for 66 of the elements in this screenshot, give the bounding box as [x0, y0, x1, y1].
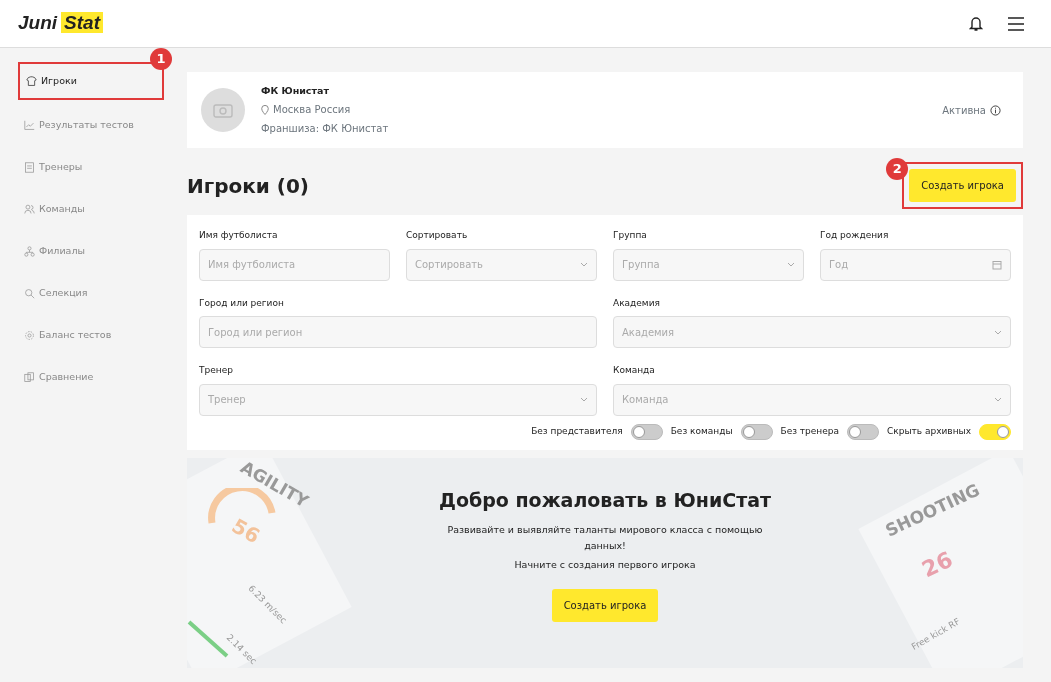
branches-icon — [24, 245, 35, 257]
chevron-down-icon — [580, 262, 588, 267]
toggle-label: Без тренера — [780, 424, 839, 438]
dropdown-field[interactable]: Группа — [613, 248, 804, 281]
club-location: Москва Россия — [273, 103, 351, 118]
dropdown-field[interactable]: Сортировать — [406, 248, 597, 281]
location-pin-icon — [261, 104, 269, 115]
callout-number: 2 — [886, 158, 909, 180]
welcome-hint: Начните с создания первого игрока — [514, 558, 696, 573]
card-reading: Free kick RF — [909, 614, 963, 654]
date-field[interactable]: Год — [820, 248, 1011, 281]
toggle-label: Без команды — [670, 424, 733, 438]
field-label: Имя футболиста — [199, 229, 279, 242]
card-score: 56 — [226, 512, 265, 550]
dropdown-field[interactable]: Академия — [613, 316, 1011, 348]
field-label: Группа — [613, 229, 648, 242]
toggle-label: Без представителя — [531, 424, 623, 438]
clipboard-icon — [24, 161, 35, 173]
info-icon[interactable] — [990, 104, 1001, 116]
toggle-label: Скрыть архивных — [887, 424, 971, 438]
sidebar-item[interactable]: Игроки — [20, 64, 162, 98]
sidebar-item[interactable]: Команды — [18, 192, 164, 226]
compare-icon — [24, 371, 35, 383]
club-name: ФК Юнистат — [261, 83, 330, 98]
chart-icon — [24, 119, 35, 131]
field-label: Год рождения — [820, 229, 890, 242]
chevron-down-icon — [994, 397, 1002, 402]
sidebar-item[interactable]: Сравнение — [18, 360, 164, 394]
calendar-icon — [992, 259, 1002, 270]
shirt-icon — [26, 75, 37, 87]
sidebar-item[interactable]: Филиалы — [18, 234, 164, 268]
chevron-down-icon — [787, 262, 795, 267]
field-label: Команда — [613, 364, 656, 377]
create-player-button[interactable]: Создать игрока — [909, 169, 1016, 202]
notification-bell-icon[interactable] — [969, 15, 983, 32]
gear-icon — [24, 329, 35, 341]
input-field[interactable]: Город или регион — [199, 316, 597, 348]
sidebar-item[interactable]: Селекция — [18, 276, 164, 310]
toggle-switch[interactable] — [847, 423, 879, 440]
create-player-button[interactable]: Создать игрока — [551, 588, 659, 622]
sidebar-item[interactable]: Тренеры — [18, 150, 164, 184]
page-title: Игроки (0) — [187, 172, 309, 200]
logo[interactable]: Juni Stat — [18, 9, 103, 38]
dropdown-field[interactable]: Тренер — [199, 383, 597, 416]
sidebar-item[interactable]: Результаты тестов — [18, 108, 164, 142]
chevron-down-icon — [580, 397, 588, 402]
menu-icon[interactable] — [1007, 16, 1025, 31]
field-label: Тренер — [199, 364, 234, 377]
people-icon — [24, 203, 35, 215]
club-franchise: Франшиза: ФК Юнистат — [261, 122, 390, 137]
callout-number: 1 — [150, 48, 172, 70]
field-label: Сортировать — [406, 229, 469, 242]
toggle-switch[interactable] — [630, 423, 663, 440]
status-text: Активна — [942, 103, 986, 118]
dropdown-field[interactable]: Команда — [613, 383, 1011, 416]
search-icon — [24, 287, 35, 299]
welcome-text: Развивайте и выявляйте таланты мирового класса с помощью данных! — [446, 523, 764, 554]
avatar-placeholder — [201, 88, 245, 132]
chevron-down-icon — [994, 329, 1002, 335]
field-label: Город или регион — [199, 296, 285, 310]
welcome-title: Добро пожаловать в ЮниСтат — [438, 487, 771, 513]
field-label: Академия — [613, 296, 661, 310]
sidebar-item[interactable]: Баланс тестов — [18, 318, 164, 352]
card-score: 26 — [917, 545, 958, 584]
toggle-switch[interactable] — [740, 423, 773, 440]
input-field[interactable]: Имя футболиста — [199, 248, 390, 281]
